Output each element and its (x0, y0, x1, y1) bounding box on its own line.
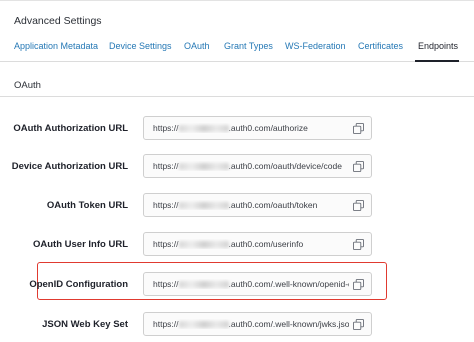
redacted-domain (178, 125, 229, 132)
endpoint-url-text: https://.auth0.com/.well-known/openid-co… (153, 279, 349, 289)
redacted-domain (178, 241, 229, 248)
oauth-divider (0, 96, 474, 97)
endpoint-url-text: https://.auth0.com/userinfo (153, 239, 304, 249)
section-title: Advanced Settings (14, 15, 102, 27)
copy-icon[interactable] (353, 200, 364, 211)
endpoint-label: OAuth Authorization URL (13, 123, 128, 134)
oauth-heading: OAuth (14, 80, 41, 91)
tab-certificates[interactable]: Certificates (358, 41, 403, 51)
endpoint-label: OAuth User Info URL (33, 239, 128, 250)
tab-endpoints[interactable]: Endpoints (418, 41, 458, 51)
copy-icon[interactable] (353, 161, 364, 172)
copy-icon[interactable] (353, 319, 364, 330)
copy-icon[interactable] (353, 279, 364, 290)
tab-application-metadata[interactable]: Application Metadata (14, 41, 98, 51)
endpoint-url-field[interactable]: https://.auth0.com/.well-known/openid-co… (143, 272, 372, 296)
endpoint-url-field[interactable]: https://.auth0.com/.well-known/jwks.json (143, 312, 372, 336)
endpoint-url-field[interactable]: https://.auth0.com/oauth/device/code (143, 154, 372, 178)
redacted-domain (178, 281, 229, 288)
endpoint-url-field[interactable]: https://.auth0.com/authorize (143, 116, 372, 140)
tab-device-settings[interactable]: Device Settings (109, 41, 172, 51)
endpoint-label: OAuth Token URL (46, 200, 128, 211)
endpoint-url-field[interactable]: https://.auth0.com/oauth/token (143, 193, 372, 217)
endpoint-label: OpenID Configuration (29, 279, 128, 290)
copy-icon[interactable] (353, 123, 364, 134)
tab-bar: Application Metadata Device Settings OAu… (0, 37, 474, 62)
active-tab-indicator (415, 60, 459, 62)
tab-oauth[interactable]: OAuth (184, 41, 210, 51)
tab-ws-federation[interactable]: WS-Federation (285, 41, 346, 51)
tab-grant-types[interactable]: Grant Types (224, 41, 273, 51)
endpoint-label: Device Authorization URL (11, 161, 128, 172)
endpoint-url-text: https://.auth0.com/oauth/token (153, 200, 318, 210)
redacted-domain (178, 202, 229, 209)
endpoint-url-text: https://.auth0.com/oauth/device/code (153, 161, 342, 171)
redacted-domain (178, 163, 229, 170)
endpoint-url-text: https://.auth0.com/authorize (153, 123, 308, 133)
endpoint-url-field[interactable]: https://.auth0.com/userinfo (143, 232, 372, 256)
endpoint-label: JSON Web Key Set (42, 319, 128, 330)
redacted-domain (178, 321, 229, 328)
top-divider (0, 0, 474, 1)
copy-icon[interactable] (353, 239, 364, 250)
endpoint-url-text: https://.auth0.com/.well-known/jwks.json (153, 319, 349, 329)
